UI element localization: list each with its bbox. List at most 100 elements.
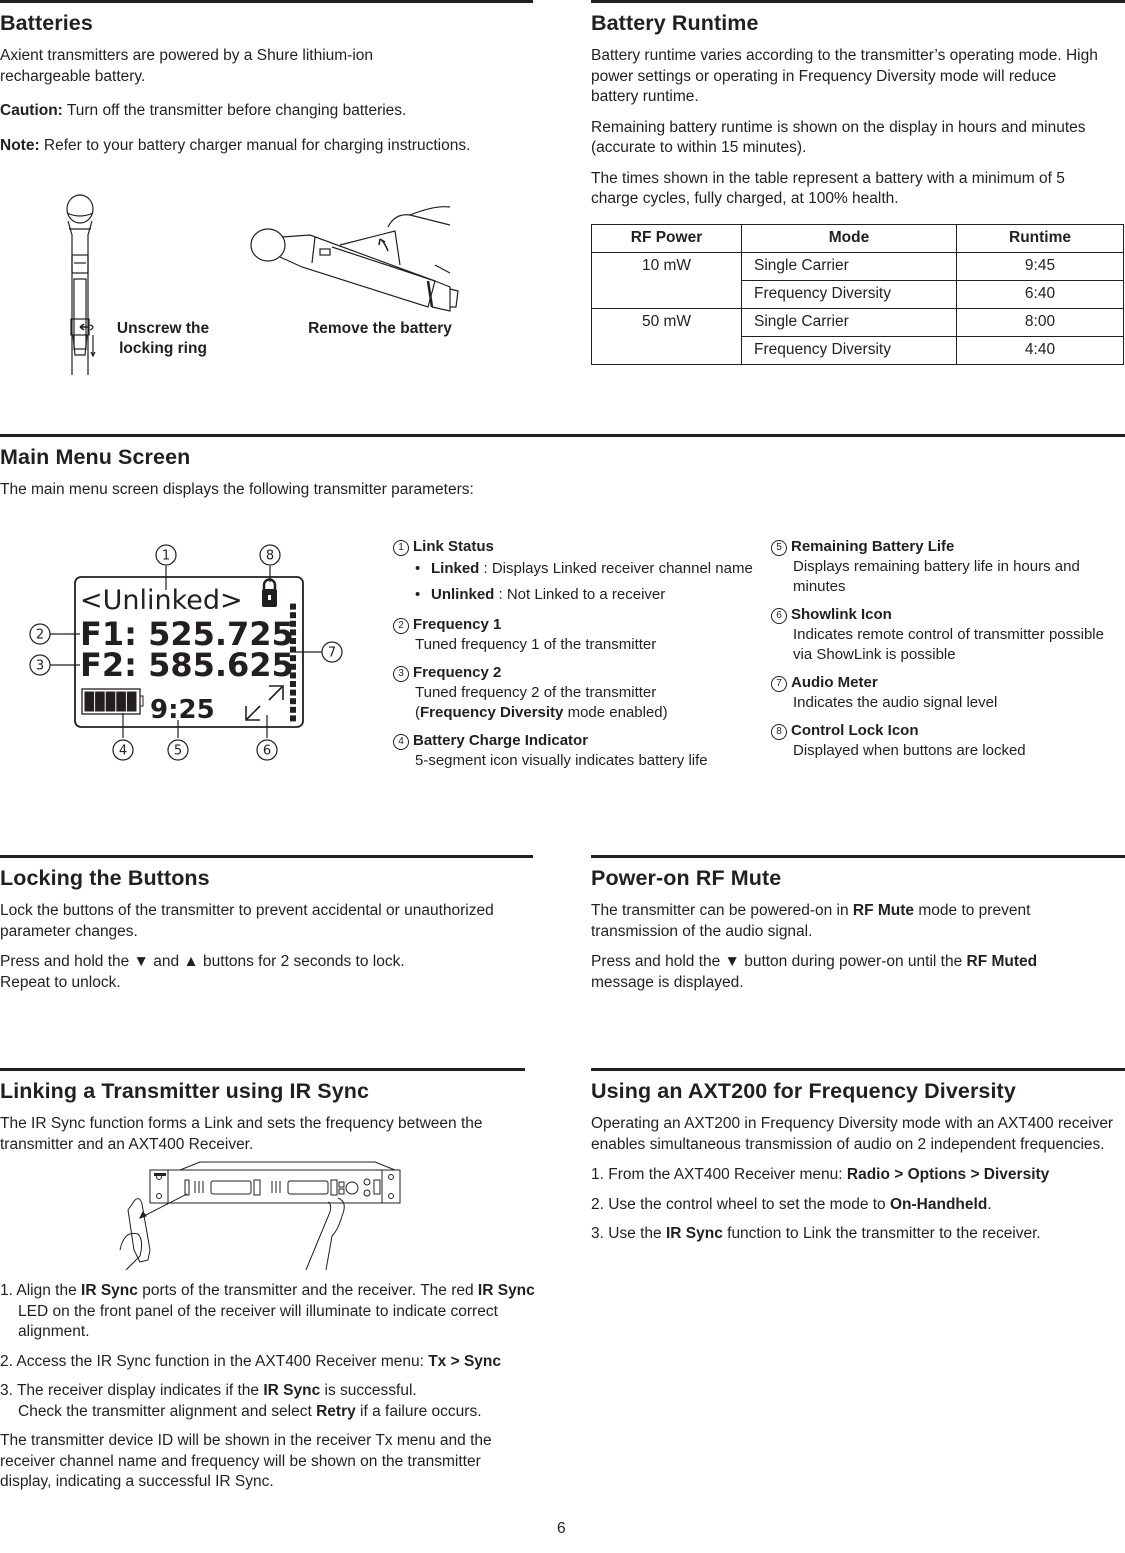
- section-rule: [0, 855, 533, 858]
- runtime-cell: 9:45: [956, 251, 1124, 281]
- ir-sync-figure: [110, 1160, 430, 1271]
- control-lock-icon: [262, 578, 277, 607]
- locking-paragraph-1: Lock the buttons of the transmitter to p…: [0, 902, 494, 940]
- section-batteries: Batteries Axient transmitters are powere…: [0, 0, 533, 166]
- audio-meter-segment: [290, 715, 296, 722]
- runtime-paragraph-2: Remaining battery runtime is shown on th…: [591, 118, 1086, 157]
- rf-power-cell: 10 mW: [591, 251, 742, 280]
- legend-item-frequency-2: 3 Frequency 2 Tuned frequency 2 of the tr…: [393, 663, 753, 723]
- runtime-paragraph-3: The times shown in the table represent a…: [591, 169, 1065, 208]
- battery-segment: [116, 691, 126, 712]
- rf-power-cell: [591, 336, 742, 365]
- ir-sync-intro: The IR Sync function forms a Link and se…: [0, 1115, 483, 1153]
- section-axt200-diversity: Using an AXT200 for Frequency Diversity …: [591, 1068, 1125, 1254]
- step-number: 1.: [0, 1282, 17, 1299]
- lcd-battery-time: 9:25: [150, 695, 215, 725]
- column-header: RF Power: [591, 223, 742, 253]
- handheld-transmitter-illustration: [66, 194, 459, 413]
- callout-label: 2: [36, 628, 44, 643]
- runtime-paragraph-1: Battery runtime varies according to the …: [591, 47, 1098, 105]
- battery-segment: [84, 691, 95, 712]
- runtime-table: RF Power Mode Runtime 10 mW Single Carri…: [591, 223, 1124, 365]
- section-title: Batteries: [0, 11, 93, 35]
- callout-label: 6: [263, 744, 271, 759]
- section-battery-runtime: Battery Runtime Battery runtime varies a…: [591, 0, 1125, 365]
- battery-charge-icon: [81, 688, 144, 715]
- mode-cell: Single Carrier: [741, 251, 957, 281]
- list-item: Unlinked : Not Linked to a receiver: [415, 585, 753, 605]
- callout-number: 7: [771, 676, 787, 692]
- runtime-cell: 4:40: [956, 335, 1124, 365]
- audio-meter-segment: [290, 655, 296, 662]
- lcd-screen-illustration: <Unlinked> F1: 525.725 F2: 585.625 9:25: [29, 544, 343, 761]
- step-number: 2.: [0, 1352, 17, 1370]
- runtime-cell: 6:40: [956, 279, 1124, 309]
- step-number: 1.: [591, 1166, 609, 1183]
- step-number: 3.: [0, 1382, 17, 1399]
- step-number: 2.: [591, 1195, 609, 1213]
- rf-power-cell: [591, 280, 742, 309]
- callout-label: 4: [119, 744, 127, 759]
- audio-meter-segment: [290, 672, 296, 679]
- table-row: Frequency Diversity 6:40: [591, 279, 1124, 309]
- audio-meter-segment: [290, 646, 296, 653]
- callout-number: 8: [771, 724, 787, 740]
- list-item: Linked : Displays Linked receiver channe…: [415, 559, 753, 579]
- lcd-diagram: <Unlinked> F1: 525.725 F2: 585.625 9:25: [20, 530, 360, 770]
- remove-battery-label: Remove the battery: [308, 320, 452, 337]
- legend-item-remaining-battery: 5 Remaining Battery Life Displays remaini…: [771, 537, 1125, 597]
- section-locking-buttons: Locking the Buttons Lock the buttons of …: [0, 855, 533, 1003]
- runtime-cell: 8:00: [956, 307, 1124, 337]
- callout-label: 1: [162, 549, 170, 564]
- audio-meter-segment: [290, 663, 296, 670]
- battery-removal-figure: Unscrew the locking ring Remove the batt…: [40, 185, 470, 413]
- main-menu-intro: The main menu screen displays the follow…: [0, 481, 474, 498]
- receiver-ir-sync-illustration: [119, 1161, 401, 1271]
- lcd-frequency-2: F2: 585.625: [80, 646, 294, 684]
- mode-cell: Frequency Diversity: [741, 279, 957, 309]
- callout-number: 2: [393, 618, 409, 634]
- charger-note: Note: Refer to your battery charger manu…: [0, 136, 471, 154]
- unscrew-ring-label: Unscrew the locking ring: [116, 320, 210, 357]
- legend-item-audio-meter: 7 Audio Meter Indicates the audio signal …: [771, 673, 1125, 713]
- page-number: 6: [557, 1520, 566, 1537]
- section-rule: [0, 0, 533, 3]
- axt200-step-list: 1. From the AXT400 Receiver menu: Radio …: [591, 1165, 1125, 1245]
- audio-meter-segment: [290, 620, 296, 627]
- step-item: 3. The receiver display indicates if the…: [0, 1382, 482, 1420]
- ir-sync-step-list: 1. Align the IR Sync ports of the transm…: [0, 1281, 545, 1422]
- section-rule: [0, 1068, 525, 1071]
- legend-column-left: 1Link Status Linked : Displays Linked re…: [393, 537, 753, 779]
- callout-number: 5: [771, 540, 787, 556]
- callout-label: 5: [174, 744, 182, 759]
- step-item: 3. Use the IR Sync function to Link the …: [591, 1225, 1041, 1242]
- audio-meter-segment: [290, 629, 296, 636]
- audio-meter-segment: [290, 603, 296, 610]
- axt200-intro: Operating an AXT200 in Frequency Diversi…: [591, 1115, 1114, 1153]
- legend-column-right: 5 Remaining Battery Life Displays remaini…: [771, 537, 1125, 769]
- legend-item-frequency-1: 2 Frequency 1 Tuned frequency 1 of the tr…: [393, 615, 753, 655]
- hand-removing-battery-illustration: [250, 206, 459, 312]
- section-rf-mute: Power-on RF Mute The transmitter can be …: [591, 855, 1125, 1003]
- showlink-icon: [245, 685, 284, 721]
- caution-note: Caution: Turn off the transmitter before…: [0, 102, 407, 119]
- section-title: Using an AXT200 for Frequency Diversity: [591, 1079, 1016, 1103]
- step-item: 1. From the AXT400 Receiver menu: Radio …: [591, 1166, 1050, 1183]
- callout-label: 3: [36, 659, 44, 674]
- ir-sync-outro: The transmitter device ID will be shown …: [0, 1432, 492, 1490]
- audio-meter-segment: [290, 689, 296, 696]
- mode-cell: Frequency Diversity: [741, 335, 957, 365]
- rf-mute-paragraph-2: Press and hold the ▼ button during power…: [591, 953, 1038, 991]
- section-rule: [0, 434, 1125, 437]
- section-title: Main Menu Screen: [0, 445, 191, 469]
- callout-number: 6: [771, 608, 787, 624]
- ir-sync-steps: 1. Align the IR Sync ports of the transm…: [0, 1281, 545, 1503]
- section-rule: [591, 1068, 1125, 1071]
- audio-meter-segment: [290, 638, 296, 644]
- step-item: 2. Use the control wheel to set the mode…: [591, 1195, 992, 1213]
- step-number: 3.: [591, 1225, 609, 1242]
- table-row: 50 mW Single Carrier 8:00: [591, 307, 1124, 337]
- section-title: Linking a Transmitter using IR Sync: [0, 1079, 370, 1103]
- rf-mute-paragraph-1: The transmitter can be powered-on in RF …: [591, 902, 1031, 940]
- step-item: 2. Access the IR Sync function in the AX…: [0, 1352, 502, 1370]
